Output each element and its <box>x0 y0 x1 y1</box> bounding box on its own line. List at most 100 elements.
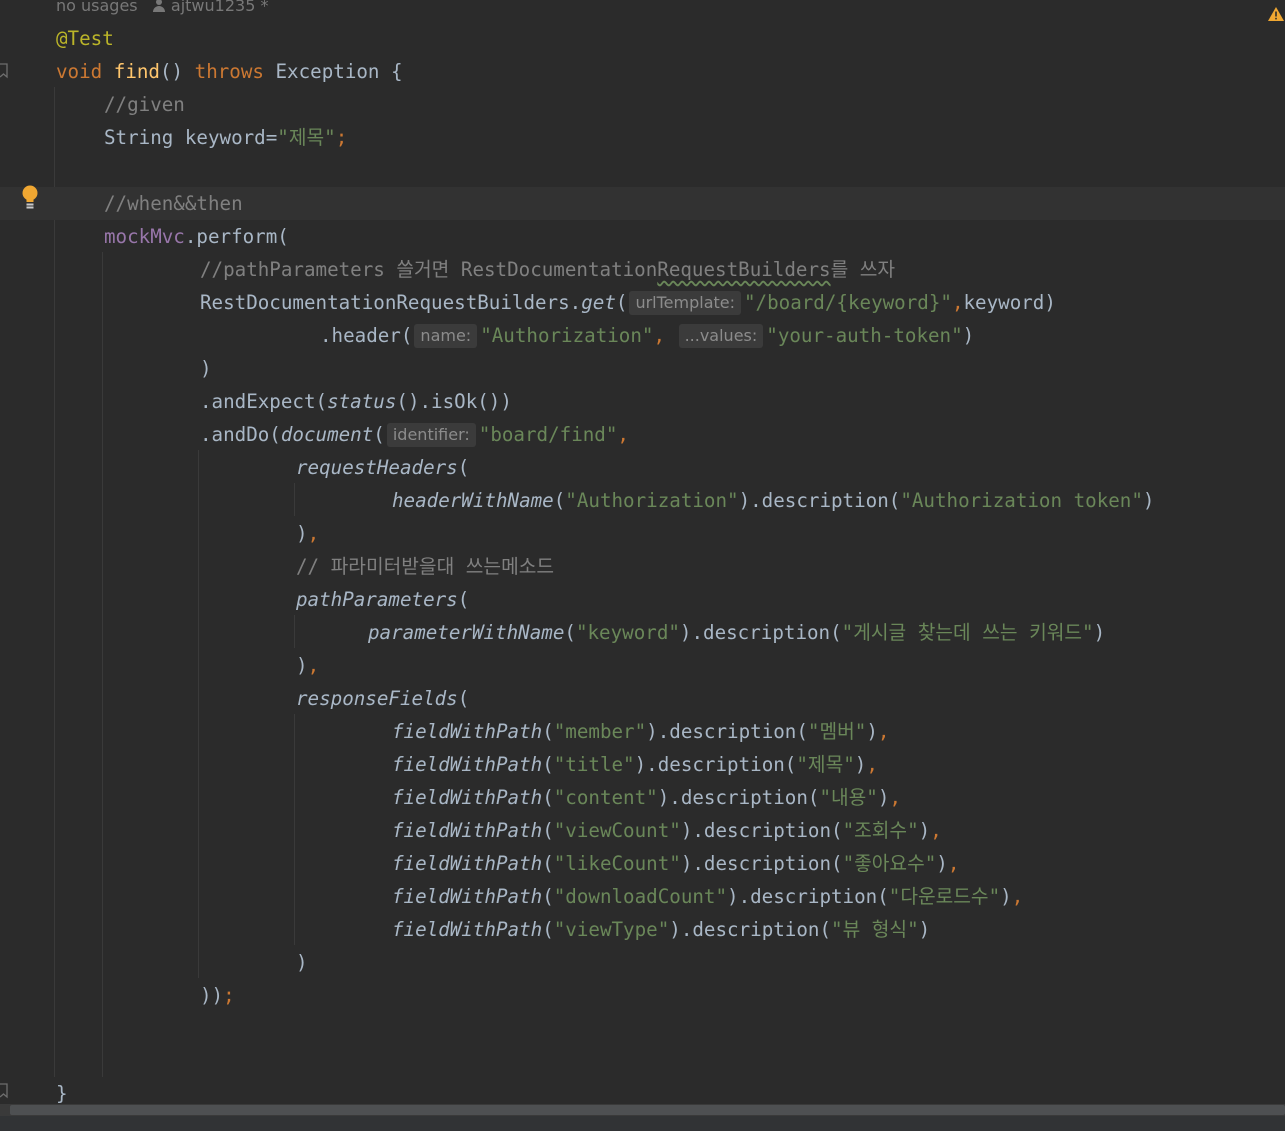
field-path: "viewCount" <box>553 819 681 842</box>
exception-type: Exception { <box>263 60 403 83</box>
close-paren: ) <box>918 819 931 842</box>
warning-icon[interactable] <box>1267 6 1285 22</box>
code-line: RestDocumentationRequestBuilders.get(url… <box>0 286 1285 319</box>
code-line: responseFields( <box>0 682 1285 715</box>
comma: , <box>947 852 960 875</box>
open-paren: ( <box>564 621 576 644</box>
code-editor[interactable]: no usages ajtwu1235 * @Test void find() … <box>0 0 1285 1105</box>
field-with-path-method: fieldWithPath <box>392 753 543 776</box>
close-paren: ) <box>296 522 308 545</box>
comma: , <box>617 423 629 446</box>
code-line: fieldWithPath("title").description("제목")… <box>0 748 1285 781</box>
and-do-call: .andDo( <box>200 423 281 446</box>
description-call: ).description( <box>679 621 842 644</box>
code-line: ), <box>0 649 1285 682</box>
comma: , <box>1011 885 1024 908</box>
code-line: String keyword="제목"; <box>0 121 1285 154</box>
builders-class: RestDocumentationRequestBuilders. <box>200 291 582 314</box>
code-line: //given <box>0 88 1285 121</box>
open-paren: ( <box>542 819 554 842</box>
open-paren: ( <box>615 291 628 314</box>
open-paren: ( <box>542 753 554 776</box>
description-call: ).description( <box>680 819 843 842</box>
mockmvc-field: mockMvc <box>104 225 185 248</box>
comma: , <box>653 324 677 347</box>
semicolon: ; <box>335 126 348 149</box>
scrollbar-thumb[interactable] <box>10 1105 1285 1115</box>
close-paren: ) <box>962 324 975 347</box>
method-name: find <box>113 60 160 83</box>
parameter-with-name-method: parameterWithName <box>368 621 565 644</box>
response-fields-method: responseFields <box>296 687 458 710</box>
field-with-path-method: fieldWithPath <box>392 852 543 875</box>
code-line: ) <box>0 352 1285 385</box>
usages-label[interactable]: no usages <box>56 0 138 15</box>
code-line: @Test <box>0 22 1285 55</box>
current-line: //when&&then <box>0 187 1285 220</box>
keyword-arg: keyword) <box>963 291 1056 314</box>
comma: , <box>877 720 890 743</box>
close-paren: ) <box>854 753 867 776</box>
get-method: get <box>581 291 616 314</box>
code-line: //pathParameters 쓸거면 RestDocumentationRe… <box>0 253 1285 286</box>
token-string: "your-auth-token" <box>766 324 963 347</box>
authorization-string: "Authorization" <box>565 489 739 512</box>
code-line: fieldWithPath("likeCount").description("… <box>0 847 1285 880</box>
field-description: "제목" <box>796 753 855 776</box>
authorization-description: "Authorization token" <box>900 489 1143 512</box>
authorization-string: "Authorization" <box>480 324 654 347</box>
code-line: fieldWithPath("viewCount").description("… <box>0 814 1285 847</box>
field-description: "멤버" <box>807 720 867 743</box>
comment-when-then: //when&&then <box>104 192 243 215</box>
keyword-void: void <box>56 60 114 83</box>
code-line: requestHeaders( <box>0 451 1285 484</box>
close-paren: ) <box>296 654 308 677</box>
open-paren: ( <box>373 423 385 446</box>
description-call: ).description( <box>738 489 901 512</box>
path-parameters-method: pathParameters <box>296 588 458 611</box>
code-line: ) <box>0 946 1285 979</box>
open-paren: ( <box>542 885 554 908</box>
field-with-path-method: fieldWithPath <box>392 786 543 809</box>
field-description: "내용" <box>819 786 878 809</box>
code-line: .andDo(document(identifier: "board/find", <box>0 418 1285 451</box>
close-paren: ) <box>936 852 948 875</box>
parameter-hint-urltemplate: urlTemplate: <box>629 291 741 315</box>
field-with-path-method: fieldWithPath <box>392 819 543 842</box>
close-paren: ) <box>866 720 878 743</box>
open-paren: ( <box>553 489 566 512</box>
field-path: "likeCount" <box>553 852 681 875</box>
semicolon: ; <box>223 984 235 1007</box>
code-line: void find() throws Exception { <box>0 55 1285 88</box>
field-description: "다운로드수" <box>888 885 1001 908</box>
keyword-throws: throws <box>194 60 264 83</box>
code-line: mockMvc.perform( <box>0 220 1285 253</box>
field-description: "뷰 형식" <box>831 918 919 941</box>
and-expect-call: .andExpect( <box>200 390 328 413</box>
open-paren: ( <box>457 456 470 479</box>
code-line: .header(name: "Authorization", ...values:… <box>0 319 1285 352</box>
document-id: "board/find" <box>478 423 618 446</box>
close-paren: ) <box>1000 885 1012 908</box>
close-paren: ) <box>877 786 890 809</box>
comment-given: //given <box>104 93 185 116</box>
code-line: fieldWithPath("content").description("내용… <box>0 781 1285 814</box>
code-line: ), <box>0 517 1285 550</box>
description-call: ).description( <box>657 786 820 809</box>
description-call: ).description( <box>646 720 808 743</box>
header-with-name-method: headerWithName <box>392 489 554 512</box>
perform-call: .perform( <box>184 225 289 248</box>
lightbulb-icon[interactable] <box>21 185 39 211</box>
close-brace: } <box>56 1082 68 1105</box>
comment-parameters: // 파라미터받을대 쓰는메소드 <box>296 555 555 578</box>
code-line: fieldWithPath("member").description("멤버"… <box>0 715 1285 748</box>
comma: , <box>866 753 878 776</box>
author-label[interactable]: ajtwu1235 * <box>171 0 269 15</box>
open-paren: ( <box>542 720 554 743</box>
code-vision-hint[interactable]: no usages ajtwu1235 * <box>56 0 268 18</box>
comment-pathparameters-end: 를 쓰자 <box>830 258 896 281</box>
description-call: ).description( <box>669 918 832 941</box>
field-with-path-method: fieldWithPath <box>392 720 543 743</box>
comma: , <box>930 819 942 842</box>
bottom-panel <box>0 1116 1285 1131</box>
